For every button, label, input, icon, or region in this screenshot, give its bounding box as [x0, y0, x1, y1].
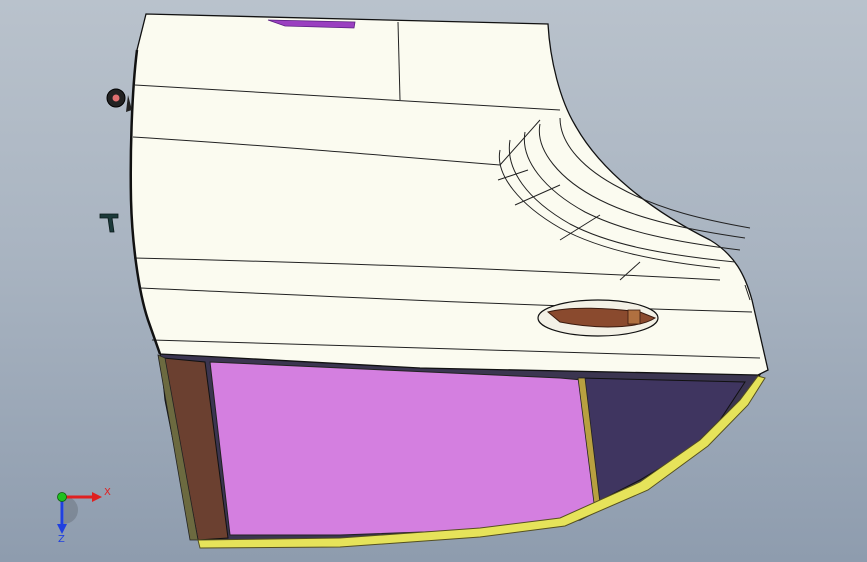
coordinate-triad: X Z [40, 478, 120, 548]
z-axis-arrowhead [57, 524, 67, 534]
cad-viewport[interactable]: X Z [0, 0, 867, 562]
triad-shadow [64, 496, 78, 524]
door-handle-lock [627, 309, 641, 325]
z-axis-label: Z [58, 534, 65, 545]
inner-panel-dark[interactable] [579, 377, 746, 504]
outer-door-panel[interactable] [130, 13, 769, 376]
hinge-eye[interactable] [106, 88, 132, 112]
car-door-model[interactable] [0, 0, 867, 562]
door-check-bracket[interactable] [99, 213, 119, 233]
x-axis-arrowhead [92, 492, 102, 502]
x-axis-label: X [104, 487, 111, 498]
y-axis-dot [57, 492, 67, 502]
inner-panel[interactable] [209, 361, 596, 536]
